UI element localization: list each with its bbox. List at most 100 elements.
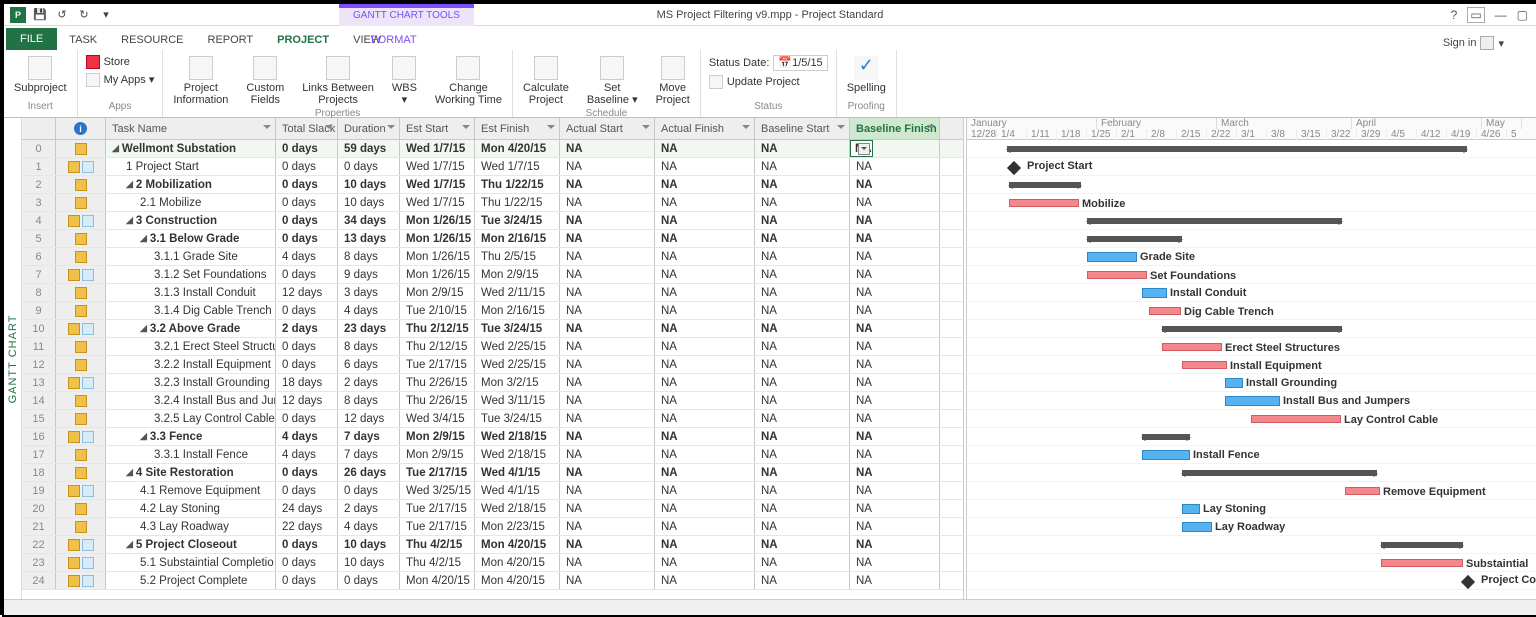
cell-est-finish[interactable]: Wed 1/7/15 [475, 158, 560, 175]
cell-baseline-start[interactable]: NA [755, 464, 850, 481]
cell-slack[interactable]: 0 days [276, 572, 338, 589]
table-row[interactable]: 2◢2 Mobilization0 days10 daysWed 1/7/15T… [22, 176, 963, 194]
row-number[interactable]: 22 [22, 536, 56, 553]
status-date-field[interactable]: Status Date: 📅 1/5/15 [707, 54, 830, 72]
cell-actual-start[interactable]: NA [560, 320, 655, 337]
cell-actual-finish[interactable]: NA [655, 446, 755, 463]
task-name-cell[interactable]: ◢3.1 Below Grade [106, 230, 276, 247]
cell-baseline-start[interactable]: NA [755, 230, 850, 247]
cell-baseline-start[interactable]: NA [755, 212, 850, 229]
cell-actual-finish[interactable]: NA [655, 338, 755, 355]
cell-baseline-finish[interactable]: NA [850, 176, 940, 193]
cell-est-start[interactable]: Wed 1/7/15 [400, 140, 475, 157]
cell-actual-finish[interactable]: NA [655, 230, 755, 247]
table-row[interactable]: 16◢3.3 Fence4 days7 daysMon 2/9/15Wed 2/… [22, 428, 963, 446]
task-bar[interactable]: Lay Roadway [1182, 522, 1212, 532]
cell-baseline-finish[interactable]: NA [850, 212, 940, 229]
cell-slack[interactable]: 2 days [276, 320, 338, 337]
cell-duration[interactable]: 10 days [338, 554, 400, 571]
cell-actual-finish[interactable]: NA [655, 536, 755, 553]
cell-actual-start[interactable]: NA [560, 518, 655, 535]
cell-actual-start[interactable]: NA [560, 392, 655, 409]
col-baseline-start[interactable]: Baseline Start [755, 118, 850, 139]
cell-est-start[interactable]: Tue 2/10/15 [400, 302, 475, 319]
cell-actual-finish[interactable]: NA [655, 302, 755, 319]
signin-dropdown-icon[interactable]: ▾ [1498, 37, 1504, 50]
cell-actual-start[interactable]: NA [560, 140, 655, 157]
task-bar[interactable]: Install Grounding [1225, 378, 1243, 388]
cell-est-finish[interactable]: Wed 2/25/15 [475, 356, 560, 373]
cell-slack[interactable]: 0 days [276, 338, 338, 355]
cell-est-start[interactable]: Mon 2/9/15 [400, 284, 475, 301]
cell-duration[interactable]: 59 days [338, 140, 400, 157]
row-number[interactable]: 23 [22, 554, 56, 571]
cell-baseline-finish[interactable]: NA [850, 320, 940, 337]
cell-est-finish[interactable]: Mon 4/20/15 [475, 572, 560, 589]
task-name-cell[interactable]: 3.2.1 Erect Steel Structu [106, 338, 276, 355]
cell-actual-finish[interactable]: NA [655, 374, 755, 391]
cell-baseline-finish[interactable]: NA [850, 356, 940, 373]
cell-duration[interactable]: 2 days [338, 500, 400, 517]
tab-file[interactable]: FILE [6, 28, 57, 50]
task-bar[interactable]: Lay Stoning [1182, 504, 1200, 514]
summary-bar[interactable] [1009, 182, 1081, 188]
row-number[interactable]: 6 [22, 248, 56, 265]
cell-est-finish[interactable]: Wed 2/18/15 [475, 428, 560, 445]
table-row[interactable]: 123.2.2 Install Equipment0 days6 daysTue… [22, 356, 963, 374]
row-number[interactable]: 2 [22, 176, 56, 193]
cell-baseline-finish[interactable]: NA [850, 338, 940, 355]
cell-est-finish[interactable]: Mon 2/16/15 [475, 302, 560, 319]
task-bar[interactable]: Erect Steel Structures [1162, 343, 1222, 351]
cell-baseline-finish[interactable]: NA [850, 158, 940, 175]
cell-actual-start[interactable]: NA [560, 338, 655, 355]
cell-baseline-finish[interactable]: NA [850, 572, 940, 589]
collapse-icon[interactable]: ◢ [126, 539, 133, 550]
summary-bar[interactable] [1087, 236, 1182, 242]
tab-task[interactable]: TASK [57, 30, 109, 50]
tab-format[interactable]: FORMAT [359, 30, 429, 50]
my-apps-button[interactable]: My Apps ▾ [84, 72, 157, 88]
cell-actual-start[interactable]: NA [560, 374, 655, 391]
row-number[interactable]: 17 [22, 446, 56, 463]
cell-actual-finish[interactable]: NA [655, 572, 755, 589]
task-name-cell[interactable]: 3.2.4 Install Bus and Jum [106, 392, 276, 409]
cell-est-start[interactable]: Mon 2/9/15 [400, 446, 475, 463]
cell-actual-finish[interactable]: NA [655, 248, 755, 265]
horizontal-scrollbar[interactable] [4, 599, 1536, 615]
row-number[interactable]: 18 [22, 464, 56, 481]
cell-baseline-start[interactable]: NA [755, 482, 850, 499]
cell-baseline-finish[interactable]: NA [850, 446, 940, 463]
cell-baseline-start[interactable]: NA [755, 374, 850, 391]
wbs-button[interactable]: WBS ▾ [388, 54, 421, 108]
cell-duration[interactable]: 8 days [338, 338, 400, 355]
collapse-icon[interactable]: ◢ [140, 431, 147, 442]
cell-est-start[interactable]: Thu 4/2/15 [400, 554, 475, 571]
cell-duration[interactable]: 0 days [338, 158, 400, 175]
row-number[interactable]: 14 [22, 392, 56, 409]
cell-est-finish[interactable]: Tue 3/24/15 [475, 410, 560, 427]
ribbon-display-options-icon[interactable]: ▭ [1467, 7, 1484, 23]
gantt-area[interactable]: JanuaryFebruaryMarchAprilMay 12/281/41/1… [967, 118, 1536, 599]
task-name-cell[interactable]: 2.1 Mobilize [106, 194, 276, 211]
calculate-project-button[interactable]: Calculate Project [519, 54, 573, 108]
task-bar[interactable]: Install Equipment [1182, 361, 1227, 369]
cell-slack[interactable]: 0 days [276, 482, 338, 499]
task-name-cell[interactable]: 3.1.4 Dig Cable Trench [106, 302, 276, 319]
collapse-icon[interactable]: ◢ [126, 215, 133, 226]
table-row[interactable]: 235.1 Substaintial Completio0 days10 day… [22, 554, 963, 572]
cell-est-finish[interactable]: Tue 3/24/15 [475, 212, 560, 229]
cell-baseline-finish[interactable]: NA [850, 248, 940, 265]
summary-bar[interactable] [1381, 542, 1463, 548]
cell-est-start[interactable]: Wed 3/25/15 [400, 482, 475, 499]
cell-slack[interactable]: 0 days [276, 554, 338, 571]
cell-slack[interactable]: 24 days [276, 500, 338, 517]
table-row[interactable]: 153.2.5 Lay Control Cable0 days12 daysWe… [22, 410, 963, 428]
cell-baseline-start[interactable]: NA [755, 536, 850, 553]
task-name-cell[interactable]: 3.1.1 Grade Site [106, 248, 276, 265]
cell-baseline-start[interactable]: NA [755, 320, 850, 337]
task-name-cell[interactable]: 4.3 Lay Roadway [106, 518, 276, 535]
cell-baseline-finish[interactable]: NA [850, 464, 940, 481]
cell-actual-finish[interactable]: NA [655, 554, 755, 571]
cell-baseline-finish[interactable]: NA [850, 428, 940, 445]
task-bar[interactable]: Set Foundations [1087, 271, 1147, 279]
